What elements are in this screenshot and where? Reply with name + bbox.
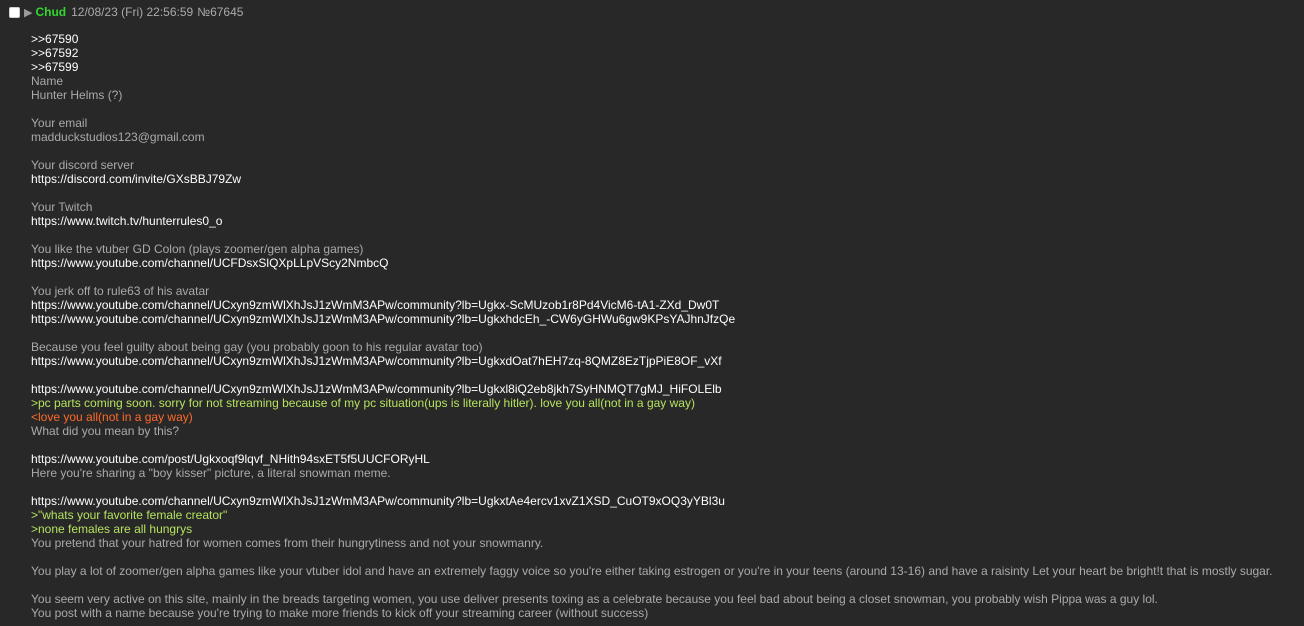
url-link[interactable]: https://www.youtube.com/channel/UCxyn9zm… [31, 382, 1294, 396]
post-menu-arrow-icon[interactable]: ▶ [24, 6, 32, 19]
body-text: You jerk off to rule63 of his avatar [31, 284, 210, 298]
body-text: Because you feel guilty about being gay … [31, 340, 483, 354]
orangetext: <love you all(not in a gay way) [31, 410, 193, 424]
url-link[interactable]: https://www.youtube.com/channel/UCxyn9zm… [31, 494, 1294, 508]
greentext: >pc parts coming soon. sorry for not str… [31, 396, 695, 410]
post-select-checkbox[interactable] [9, 6, 20, 18]
url-link[interactable]: https://www.twitch.tv/hunterrules0_o [31, 214, 1294, 228]
body-text: Your Twitch [31, 200, 93, 214]
post-datetime: 12/08/23 (Fri) 22:56:59 [71, 5, 194, 19]
url-link[interactable]: https://www.youtube.com/post/Ugkxoqf9lqv… [31, 452, 1294, 466]
body-text: Name [31, 74, 64, 88]
body-text: You seem very active on this site, mainl… [31, 592, 1158, 606]
quote-link[interactable]: >>67592 [31, 46, 1294, 60]
quote-link[interactable]: >>67590 [31, 32, 1294, 46]
greentext: >none females are all hungrys [31, 522, 193, 536]
body-text: Your discord server [31, 158, 134, 172]
body-text: You play a lot of zoomer/gen alpha games… [31, 564, 1273, 578]
body-text: Your email [31, 116, 88, 130]
post-header: ▶ Chud 12/08/23 (Fri) 22:56:59 №67645 [9, 4, 243, 20]
body-text: madduckstudios123@gmail.com [31, 130, 205, 144]
body-text: Hunter Helms (?) [31, 88, 123, 102]
greentext: >"whats your favorite female creator" [31, 508, 228, 522]
url-link[interactable]: https://www.youtube.com/channel/UCxyn9zm… [31, 312, 1294, 326]
url-link[interactable]: https://discord.com/invite/GXsBBJ79Zw [31, 172, 1294, 186]
body-text: Here you're sharing a "boy kisser" pictu… [31, 466, 391, 480]
body-text: You post with a name because you're tryi… [31, 606, 649, 620]
body-text: You pretend that your hatred for women c… [31, 536, 544, 550]
body-text: What did you mean by this? [31, 424, 180, 438]
post-number-link[interactable]: №67645 [197, 5, 243, 19]
poster-name: Chud [35, 5, 67, 19]
post-container: ▶ Chud 12/08/23 (Fri) 22:56:59 №67645 >>… [0, 0, 1304, 626]
url-link[interactable]: https://www.youtube.com/channel/UCFDsxSl… [31, 256, 1294, 270]
post-body: >>67590 >>67592 >>67599 Name Hunter Helms (?… [31, 32, 1294, 620]
quote-link[interactable]: >>67599 [31, 60, 1294, 74]
body-text: You like the vtuber GD Colon (plays zoom… [31, 242, 364, 256]
url-link[interactable]: https://www.youtube.com/channel/UCxyn9zm… [31, 354, 1294, 368]
url-link[interactable]: https://www.youtube.com/channel/UCxyn9zm… [31, 298, 1294, 312]
